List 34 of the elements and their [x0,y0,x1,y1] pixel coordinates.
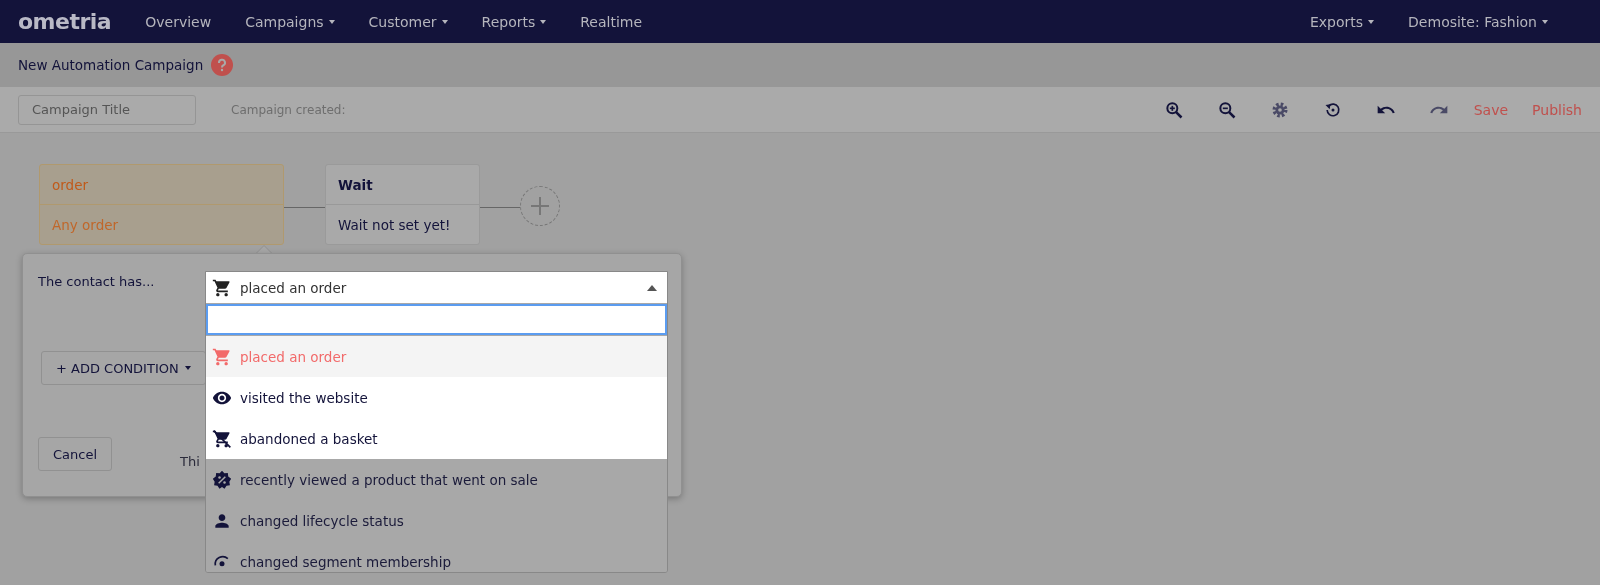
cancel-button[interactable]: Cancel [38,437,113,471]
caret-icon [647,284,657,291]
logo[interactable]: ometria [18,9,112,34]
campaign-created-label: Campaign created: [231,102,346,117]
cart-icon [212,277,232,298]
caret-icon [184,366,191,370]
wait-node[interactable]: Wait Wait not set yet! [325,164,480,245]
campaign-title-field[interactable]: Campaign Title [18,94,196,125]
node-title: order [40,165,283,205]
nav-menu-item[interactable]: Exports [1309,13,1375,30]
event-select[interactable]: placed an order [206,272,667,303]
nav-menu-item[interactable]: Demosite: Fashion [1408,13,1548,30]
nav-menu-item[interactable]: Customer [368,13,448,30]
note-text: Thi [180,454,200,469]
search-field[interactable] [206,304,667,335]
node-description: Wait not set yet! [337,215,452,235]
node-description: Any order [51,215,120,235]
nav-menu-item[interactable]: Campaigns [245,13,335,30]
nav-menu-item[interactable]: Reports [481,13,547,30]
crossed-cart-icon [212,428,232,449]
dropdown-option[interactable]: abandoned a basket [206,418,667,459]
zoom-out-icon [1216,99,1237,120]
dropdown-option[interactable]: visited the website [206,377,667,418]
add-condition-button[interactable]: + ADD CONDITION [41,351,206,385]
condition-label: The contact has... [38,274,155,289]
cart-icon [212,346,232,367]
nav-menu-item[interactable]: Overview [145,13,212,30]
zoom-in-icon [1163,99,1184,120]
nav-menu-item[interactable]: Realtime [580,13,643,30]
node-title: Wait [326,165,479,205]
percent-badge-icon [212,469,232,490]
plus-icon [530,196,550,216]
help-icon[interactable] [211,54,234,76]
page-title: New Automation Campaign [18,57,204,73]
